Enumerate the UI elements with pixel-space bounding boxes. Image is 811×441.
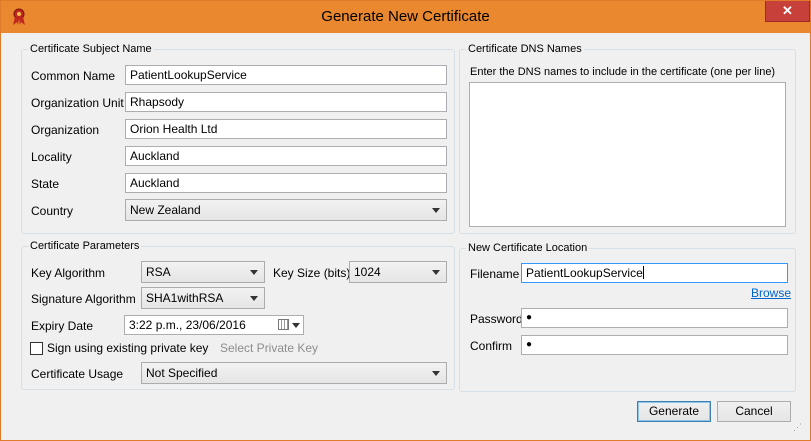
use-existing-key-checkbox[interactable] <box>30 342 43 355</box>
filename-input[interactable]: PatientLookupService <box>521 263 788 283</box>
filename-value: PatientLookupService <box>526 266 643 280</box>
signature-algorithm-select[interactable]: SHA1withRSA <box>141 287 265 309</box>
use-existing-key-label[interactable]: Sign using existing private key <box>47 341 208 355</box>
close-icon: ✕ <box>782 3 793 18</box>
certificate-location-legend: New Certificate Location <box>468 242 588 254</box>
expiry-date-picker[interactable]: 3:22 p.m., 23/06/2016 <box>124 315 304 335</box>
close-button[interactable]: ✕ <box>765 1 810 22</box>
text-caret <box>642 266 644 279</box>
dialog-window: Generate New Certificate ✕ Certificate S… <box>0 0 811 441</box>
common-name-input[interactable]: PatientLookupService <box>125 65 447 85</box>
common-name-label: Common Name <box>31 69 116 83</box>
key-algorithm-select[interactable]: RSA <box>141 261 265 283</box>
browse-link[interactable]: Browse <box>751 286 791 300</box>
org-unit-input[interactable]: Rhapsody <box>125 92 447 112</box>
chevron-down-icon <box>250 270 258 275</box>
key-algorithm-label: Key Algorithm <box>31 266 106 280</box>
key-size-value: 1024 <box>354 265 381 279</box>
country-label: Country <box>31 204 74 218</box>
confirm-password-input[interactable]: ● <box>521 335 788 355</box>
calendar-icon[interactable] <box>278 319 289 330</box>
key-size-select[interactable]: 1024 <box>349 261 447 283</box>
dns-names-legend: Certificate DNS Names <box>468 43 582 55</box>
expiry-date-label: Expiry Date <box>31 319 94 333</box>
password-label: Password <box>470 312 523 326</box>
cancel-button[interactable]: Cancel <box>717 401 791 422</box>
key-size-label: Key Size (bits) <box>273 266 351 280</box>
signature-algorithm-value: SHA1withRSA <box>146 291 224 305</box>
window-title: Generate New Certificate <box>321 8 490 25</box>
select-private-key-button[interactable]: Select Private Key <box>220 341 318 355</box>
organization-input[interactable]: Orion Health Ltd <box>125 119 447 139</box>
title-bar[interactable]: Generate New Certificate ✕ <box>1 1 810 33</box>
certificate-usage-select[interactable]: Not Specified <box>141 362 447 384</box>
organization-label: Organization <box>31 123 100 137</box>
expiry-date-value: 3:22 p.m., 23/06/2016 <box>129 318 246 332</box>
country-value: New Zealand <box>130 203 201 217</box>
country-select[interactable]: New Zealand <box>125 199 447 221</box>
chevron-down-icon <box>432 371 440 376</box>
certificate-usage-label: Certificate Usage <box>31 367 124 381</box>
chevron-down-icon <box>432 270 440 275</box>
chevron-down-icon <box>250 296 258 301</box>
certificate-usage-value: Not Specified <box>146 366 218 380</box>
chevron-down-icon[interactable] <box>292 323 300 328</box>
state-input[interactable]: Auckland <box>125 173 447 193</box>
locality-label: Locality <box>31 150 72 164</box>
key-algorithm-value: RSA <box>146 265 171 279</box>
dns-names-textarea[interactable] <box>469 82 786 227</box>
filename-label: Filename <box>470 267 520 281</box>
subject-name-legend: Certificate Subject Name <box>30 43 152 55</box>
signature-algorithm-label: Signature Algorithm <box>31 292 136 306</box>
chevron-down-icon <box>432 208 440 213</box>
org-unit-label: Organization Unit <box>31 96 124 110</box>
certificate-parameters-legend: Certificate Parameters <box>30 240 140 252</box>
locality-input[interactable]: Auckland <box>125 146 447 166</box>
state-label: State <box>31 177 60 191</box>
resize-grip-icon[interactable]: ⋰ <box>793 422 802 433</box>
dns-names-hint: Enter the DNS names to include in the ce… <box>470 66 776 78</box>
generate-button[interactable]: Generate <box>637 401 711 422</box>
confirm-label: Confirm <box>470 339 513 353</box>
dialog-body: Certificate Subject Name Common Name Pat… <box>9 33 804 435</box>
password-input[interactable]: ● <box>521 308 788 328</box>
